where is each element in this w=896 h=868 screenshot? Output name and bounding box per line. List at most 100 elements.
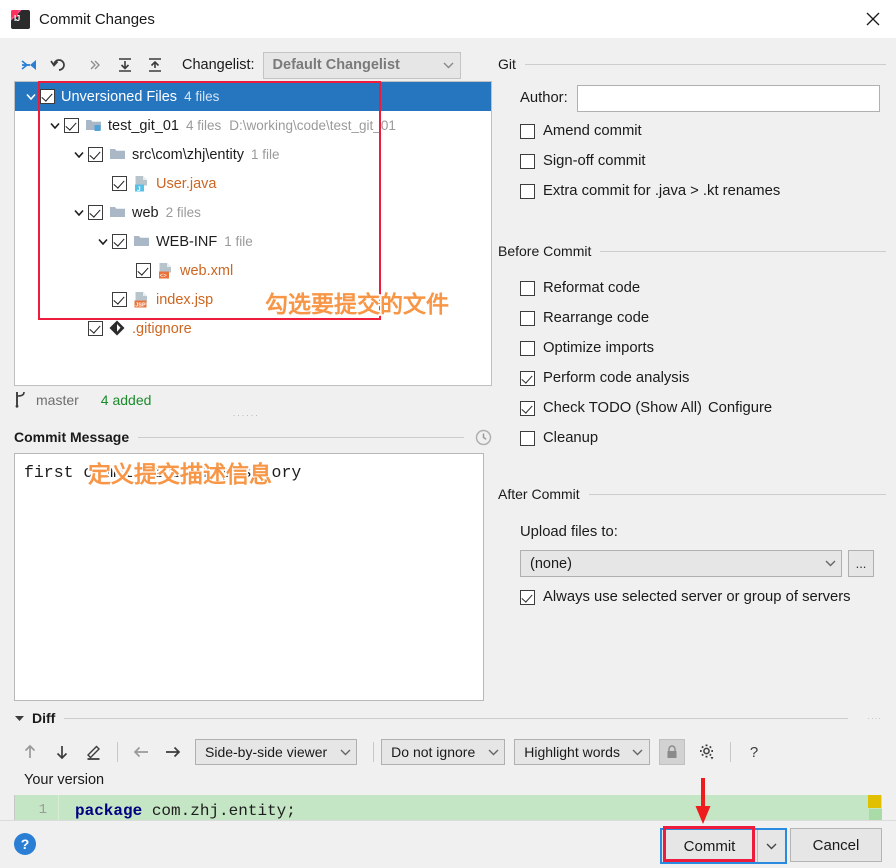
tree-row[interactable]: test_git_01 4 files D:\working\code\test_g… [15,111,491,140]
changelist-dropdown[interactable]: Default Changelist [262,51,461,79]
option-checkbox[interactable]: Cleanup [520,423,892,453]
collapse-all-icon[interactable] [140,51,170,79]
always-use-server-label: Always use selected server or group of s… [543,589,851,605]
chevron-down-icon[interactable] [70,204,88,222]
tree-row[interactable]: J User.java [15,169,491,198]
viewer-mode-dropdown[interactable]: Side-by-side viewer [195,739,358,765]
author-field[interactable] [576,84,880,112]
lock-icon[interactable] [658,739,685,765]
browse-servers-button[interactable]: ... [848,550,874,577]
chevron-down-icon[interactable] [22,88,40,106]
git-group-header: Git [498,56,886,72]
viewer-mode-value: Side-by-side viewer [205,744,328,760]
tree-node-label: src\com\zhj\entity [132,146,244,163]
right-options-panel: Git Author: Amend commit Sign-off commit E… [492,38,896,820]
commit-message-input[interactable]: first commit,init repository [14,453,484,701]
chevron-down-icon [819,560,841,567]
upload-server-dropdown[interactable]: (none) [520,550,842,577]
commit-message-text: first commit,init repository [24,463,302,482]
chevron-down-icon[interactable] [94,233,112,251]
revert-icon[interactable] [44,51,74,79]
arrow-left-icon[interactable] [125,738,157,766]
option-checkbox[interactable]: Amend commit [520,116,892,146]
option-checkbox[interactable]: Extra commit for .java > .kt renames [520,176,892,206]
option-label: Optimize imports [543,340,654,356]
divider [64,717,848,719]
changes-tree[interactable]: Unversioned Files 4 files test_git_01 4 fil… [14,81,492,386]
more-icon[interactable] [80,51,110,79]
tree-node-label: web [132,204,159,221]
option-checkbox[interactable]: Optimize imports [520,333,892,363]
tree-checkbox[interactable] [112,176,127,191]
chevron-down-icon[interactable] [14,714,30,722]
option-label: Extra commit for .java > .kt renames [543,183,781,199]
question-icon[interactable]: ? [738,738,770,766]
always-use-server-checkbox[interactable]: Always use selected server or group of s… [520,582,851,612]
option-label: Check TODO (Show All) [543,400,702,416]
arrow-up-icon[interactable] [14,738,46,766]
collapse-selection-icon[interactable] [14,51,44,79]
clock-history-icon[interactable] [464,429,492,446]
git-group-title: Git [498,56,516,72]
arrow-right-icon[interactable] [157,738,189,766]
tree-checkbox[interactable] [88,205,103,220]
before-commit-group-header: Before Commit [498,243,886,259]
pencil-icon[interactable] [78,738,110,766]
divider [524,63,886,65]
diff-resize-grip[interactable]: ···· [848,714,882,723]
option-checkbox[interactable]: Reformat code [520,273,892,303]
tree-checkbox[interactable] [136,263,151,278]
option-checkbox[interactable]: Sign-off commit [520,146,892,176]
tree-row[interactable]: Unversioned Files 4 files [15,82,491,111]
dialog-body: Changelist: Default Changelist Unversion… [0,38,896,857]
added-count: 4 added [100,392,152,408]
window-title: Commit Changes [39,10,155,28]
tree-row[interactable]: src\com\zhj\entity 1 file [15,140,491,169]
tree-node-label: index.jsp [156,291,214,308]
option-label: Reformat code [543,280,641,296]
folder-icon [133,233,151,251]
arrow-down-icon[interactable] [46,738,78,766]
help-icon[interactable]: ? [14,833,36,855]
expand-all-icon[interactable] [110,51,140,79]
svg-text:JSP: JSP [135,302,146,308]
xml-file-icon: <> [157,262,175,280]
cancel-button[interactable]: Cancel [790,828,882,862]
splitter-handle[interactable]: ······ [0,410,492,420]
option-checkbox[interactable]: Check TODO (Show All) Configure [520,393,892,423]
git-file-icon [109,320,127,338]
checkbox-box [520,430,535,446]
commit-message-header: Commit Message [14,426,492,448]
tree-checkbox[interactable] [40,89,55,104]
configure-link[interactable]: Configure [708,400,772,416]
tree-checkbox[interactable] [88,147,103,162]
tree-row[interactable]: web 2 files [15,198,491,227]
close-icon[interactable] [850,0,896,37]
svg-text:J: J [137,185,141,191]
checkbox-box [520,310,535,326]
code-rest: com.zhj.entity; [142,801,296,820]
commit-changes-dialog: Commit Changes [0,0,896,868]
option-label: Rearrange code [543,310,650,326]
highlight-mode-dropdown[interactable]: Highlight words [514,739,650,765]
chevron-down-icon [438,62,460,69]
tree-node-count: 2 files [165,205,201,220]
tree-checkbox[interactable] [112,234,127,249]
tree-row[interactable]: JSP index.jsp [15,285,491,314]
option-checkbox[interactable]: Perform code analysis [520,363,892,393]
tree-checkbox[interactable] [88,321,103,336]
commit-button[interactable]: Commit [662,830,758,862]
gear-icon[interactable] [691,738,723,766]
option-checkbox[interactable]: Rearrange code [520,303,892,333]
tree-row[interactable]: <> web.xml [15,256,491,285]
commit-dropdown-button[interactable] [758,830,785,862]
tree-row[interactable]: WEB-INF 1 file [15,227,491,256]
before-commit-group-title: Before Commit [498,243,592,259]
whitespace-mode-dropdown[interactable]: Do not ignore [381,739,506,765]
tree-checkbox[interactable] [64,118,79,133]
tree-checkbox[interactable] [112,292,127,307]
chevron-down-icon[interactable] [46,117,64,135]
author-label: Author: [520,90,568,106]
chevron-down-icon[interactable] [70,146,88,164]
tree-row[interactable]: .gitignore [15,314,491,343]
